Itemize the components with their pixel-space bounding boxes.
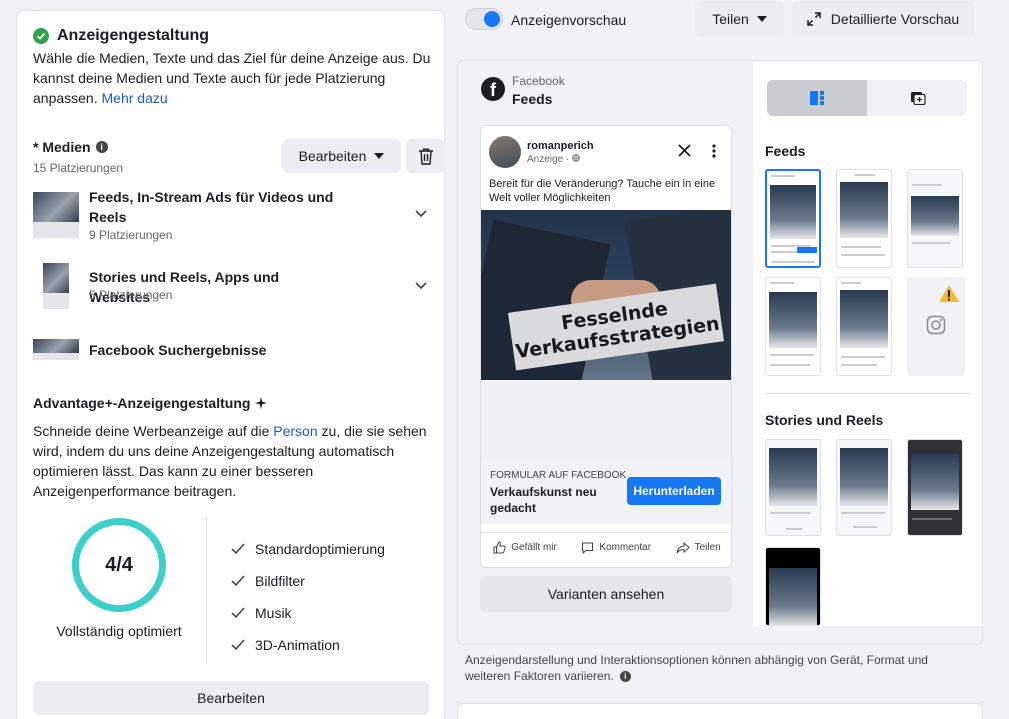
detailed-preview-button[interactable]: Detaillierte Vorschau	[792, 1, 974, 37]
sparkle-icon	[255, 397, 268, 409]
view-placements-tab[interactable]	[767, 80, 867, 116]
ad-page-name: romanperich	[527, 140, 594, 152]
placement-thumb-facebook-feed[interactable]	[765, 169, 821, 268]
placement-thumb-instagram-unavailable[interactable]	[907, 277, 965, 376]
edit-advantage-button[interactable]: Bearbeiten	[33, 681, 429, 715]
ad-cta-section: FORMULAR AUF FACEBOOK Verkaufskunst neu …	[481, 460, 731, 524]
check-circle-icon	[33, 28, 49, 44]
person-link[interactable]: Person	[273, 423, 317, 439]
caret-down-icon	[756, 16, 767, 22]
cta-title: Verkaufskunst neu gedacht	[490, 485, 597, 515]
like-button[interactable]: Gefällt mir	[493, 541, 557, 554]
placement-thumb-marketplace[interactable]	[765, 277, 821, 376]
advantage-title: Advantage+-Anzeigengestaltung	[33, 395, 268, 411]
more-options-icon[interactable]	[712, 144, 716, 158]
ad-sponsored-label: Anzeige ·	[527, 154, 580, 165]
share-arrow-icon	[676, 541, 690, 553]
preview-main: f Facebook Feeds romanperich Anzeige · B…	[458, 61, 753, 626]
optimization-item: Standardoptimierung	[231, 533, 385, 565]
add-media-icon	[910, 92, 926, 105]
trash-icon	[418, 148, 433, 165]
view-toggle	[767, 80, 967, 116]
ad-creative-panel: Anzeigengestaltung Wähle die Medien, Tex…	[16, 10, 445, 719]
delete-button[interactable]	[406, 139, 445, 173]
optimization-item: Musik	[231, 597, 385, 629]
placement-thumbnail	[43, 263, 69, 309]
ad-preview-card: f Facebook Feeds romanperich Anzeige · B…	[457, 60, 983, 645]
facebook-logo-icon: f	[481, 77, 505, 101]
ad-preview-toggle[interactable]	[465, 8, 503, 30]
comment-button[interactable]: Kommentar	[581, 541, 651, 554]
checkmark-icon	[231, 543, 245, 555]
expand-icon	[807, 12, 821, 26]
close-icon[interactable]	[678, 144, 691, 157]
warning-icon	[939, 285, 959, 302]
toggle-knob	[484, 11, 500, 27]
placement-thumbnail	[33, 339, 79, 360]
divider	[206, 517, 207, 664]
placement-feeds[interactable]: Feeds, In-Stream Ads für Videos und Reel…	[33, 189, 429, 242]
share-button[interactable]: Teilen	[695, 1, 784, 37]
preview-placement: Feeds	[512, 91, 553, 107]
chevron-down-icon[interactable]	[413, 205, 429, 221]
placement-picker: Feeds Stories und Reels	[753, 61, 982, 626]
checkmark-icon	[231, 607, 245, 619]
placement-thumbnail	[33, 192, 79, 238]
optimization-item: Bildfilter	[231, 565, 385, 597]
comment-icon	[582, 542, 594, 554]
optimization-score-ring: 4/4	[72, 518, 166, 612]
globe-icon	[572, 154, 580, 162]
info-icon[interactable]: i	[619, 671, 631, 683]
placement-thumb-fb-stories[interactable]	[765, 439, 821, 536]
media-section: * Medien i 15 Platzierungen Bearbeiten	[33, 139, 445, 179]
preview-platform: Facebook	[512, 74, 565, 88]
placement-thumb-explore[interactable]	[836, 277, 892, 376]
checkmark-icon	[231, 575, 245, 587]
placement-thumb-instagram-feed[interactable]	[836, 169, 892, 268]
optimization-list: Standardoptimierung Bildfilter Musik 3D-…	[231, 533, 385, 661]
placement-thumb-ig-reels[interactable]	[765, 547, 821, 626]
chevron-down-icon[interactable]	[413, 277, 429, 293]
placement-search[interactable]: Facebook Suchergebnisse	[33, 338, 429, 362]
feeds-section-title: Feeds	[765, 143, 806, 159]
more-info-link[interactable]: Mehr dazu	[102, 90, 168, 106]
advantage-description: Schneide deine Werbeanzeige auf die Pers…	[33, 423, 427, 499]
download-button[interactable]: Herunterladen	[627, 477, 721, 505]
placement-thumb-ig-stories[interactable]	[836, 439, 892, 536]
info-icon[interactable]: i	[95, 141, 108, 153]
preview-disclaimer: Anzeigendarstellung und Interaktionsopti…	[465, 653, 928, 683]
cta-kicker: FORMULAR AUF FACEBOOK	[490, 470, 627, 481]
caret-down-icon	[374, 153, 385, 159]
checkmark-icon	[231, 639, 245, 651]
thumbs-up-icon	[493, 541, 506, 554]
ad-preview-toggle-label: Anzeigenvorschau	[511, 12, 627, 28]
optimization-item: 3D-Animation	[231, 629, 385, 661]
media-title: * Medien	[33, 139, 91, 155]
columns-icon	[810, 91, 824, 105]
ad-action-bar: Gefällt mir Kommentar Teilen	[481, 532, 731, 562]
ad-primary-text: Bereit für die Veränderung? Tauche ein i…	[489, 178, 716, 204]
section-divider	[765, 393, 971, 394]
next-card-edge	[457, 703, 983, 719]
placement-thumb-messenger[interactable]	[907, 169, 963, 268]
optimization-score-label: Vollständig optimiert	[56, 623, 182, 639]
stories-section-title: Stories und Reels	[765, 412, 884, 428]
placement-thumb-reels[interactable]	[907, 439, 963, 536]
ad-mockup: romanperich Anzeige · Bereit für die Ver…	[480, 125, 732, 568]
edit-media-button[interactable]: Bearbeiten	[282, 139, 401, 173]
placement-stories[interactable]: Stories und Reels, Apps und Websites 5 P…	[33, 263, 429, 311]
avatar	[489, 136, 521, 168]
panel-header: Anzeigengestaltung	[33, 27, 209, 45]
panel-description: Wähle die Medien, Texte und das Ziel für…	[33, 50, 431, 106]
instagram-icon	[926, 315, 946, 335]
panel-title: Anzeigengestaltung	[57, 27, 210, 44]
view-variants-button[interactable]: Varianten ansehen	[480, 576, 732, 612]
share-post-button[interactable]: Teilen	[676, 541, 721, 554]
view-single-tab[interactable]	[868, 80, 967, 116]
